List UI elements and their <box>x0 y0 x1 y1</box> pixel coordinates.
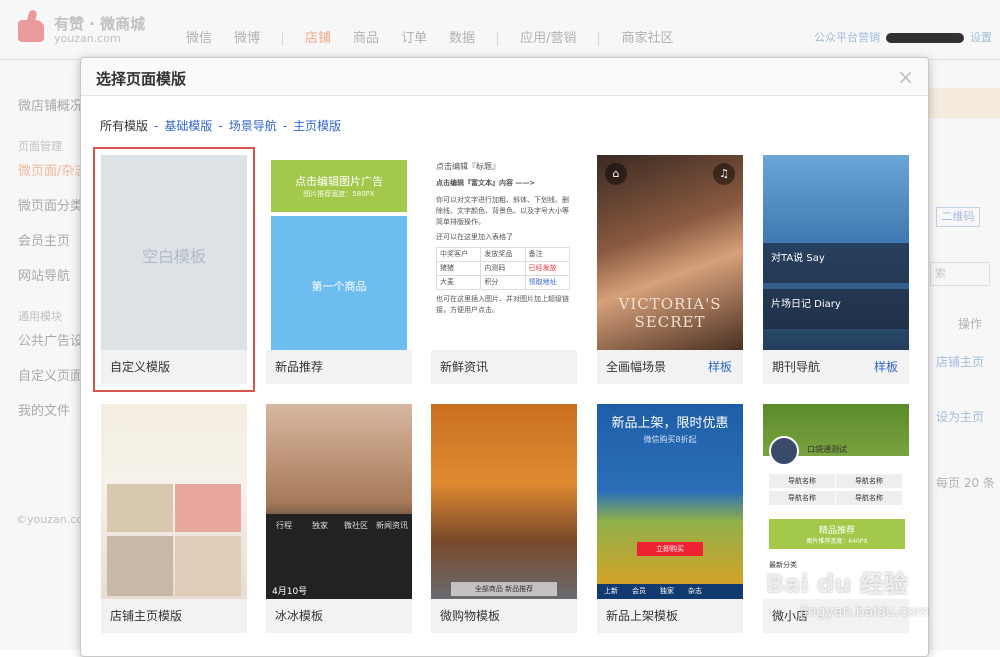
filter-scene[interactable]: 场景导航 <box>229 119 277 133</box>
filter-home[interactable]: 主页模版 <box>293 119 341 133</box>
template-name: 店铺主页模版 <box>110 609 183 623</box>
template-thumbnail: 空白模板 <box>101 155 247 350</box>
avatar <box>769 436 799 466</box>
template-name: 新品上架模板 <box>606 609 679 623</box>
news-paragraph: 你可以对文字进行加粗、斜体、下划线、删除线、文字颜色、背景色、以及字号大小等简单… <box>436 196 569 226</box>
featured-block: 精品推荐 图片推荐宽度：640PX <box>769 519 905 549</box>
template-name: 期刊导航 <box>772 360 821 374</box>
template-card-shopping[interactable]: 全部商品 新品推荐 微购物模板 <box>431 404 577 633</box>
template-card-news[interactable]: 点击编辑『标题』 点击编辑『富文本』内容 ——> 你可以对文字进行加粗、斜体、下… <box>431 155 577 384</box>
nav-cells: 导航名称 导航名称导航名称 导航名称 <box>769 474 905 508</box>
template-name: 新品推荐 <box>275 360 324 374</box>
template-thumbnail: ⌂ ♫ VICTORIA'S SECRET <box>597 155 743 350</box>
blank-template-label: 空白模板 <box>141 247 206 266</box>
template-card-new-products[interactable]: 点击编辑图片广告 图片推荐宽度：580PX 第一个商品 新品推荐 <box>266 155 412 384</box>
template-card-fullscreen[interactable]: ⌂ ♫ VICTORIA'S SECRET 全画幅场景 样板 <box>597 155 743 384</box>
filter-all[interactable]: 所有模版 <box>100 119 148 133</box>
date-label: 4月10号 <box>272 587 308 597</box>
filter-basic[interactable]: 基础模版 <box>164 119 212 133</box>
template-thumbnail: 行程 独家 微社区 新闻资讯 4月10号 <box>266 404 412 599</box>
nav-band: 对TA说 Say <box>763 243 909 283</box>
template-card-new-arrival[interactable]: 新品上架，限时优惠 微信购买8折起 立即购买 上新 会员 独家 杂志 新品上架模板 <box>597 404 743 633</box>
template-thumbnail <box>101 404 247 599</box>
template-card-custom[interactable]: 空白模板 自定义模版 <box>93 147 255 392</box>
template-thumbnail: 全部商品 新品推荐 <box>431 404 577 599</box>
shop-name: 口袋通测试 <box>807 445 847 454</box>
news-title: 点击编辑『标题』 <box>436 162 500 171</box>
template-card-magazine-nav[interactable]: 对TA说 Say 片场日记 Diary 期刊导航 样板 <box>763 155 909 384</box>
template-name: 全画幅场景 <box>606 360 667 374</box>
sample-link[interactable]: 样板 <box>874 358 898 375</box>
modal-title: 选择页面模版 <box>96 70 187 88</box>
template-filters: 所有模版 - 基础模版 - 场景导航 - 主页模版 <box>100 119 342 133</box>
template-name: 自定义模版 <box>110 360 171 374</box>
baidu-watermark-url: jingyan.baidu.com <box>800 604 930 620</box>
nav-band: 片场日记 Diary <box>763 289 909 329</box>
promo-subtitle: 微信购买8折起 <box>643 435 697 444</box>
template-name: 冰冰模板 <box>275 609 324 623</box>
template-thumbnail: 对TA说 Say 片场日记 Diary <box>763 155 909 350</box>
news-paragraph: 也可在这里插入图片、并对图片加上超级链接，方便用户点击。 <box>436 295 569 314</box>
news-table-hint: 还可以在这里加入表格了 <box>436 233 513 241</box>
product-block: 第一个商品 <box>271 216 407 350</box>
baidu-watermark: Bai du 经验 <box>766 570 908 598</box>
home-icon: ⌂ <box>605 163 627 185</box>
close-icon[interactable]: × <box>897 67 914 87</box>
template-name: 微购物模板 <box>440 609 501 623</box>
template-thumbnail: 点击编辑『标题』 点击编辑『富文本』内容 ——> 你可以对文字进行加粗、斜体、下… <box>431 155 577 350</box>
template-name: 新鲜资讯 <box>440 360 489 374</box>
music-icon: ♫ <box>713 163 735 185</box>
template-card-bingbing[interactable]: 行程 独家 微社区 新闻资讯 4月10号 冰冰模板 <box>266 404 412 633</box>
shop-tabs: 全部商品 新品推荐 <box>451 582 557 596</box>
template-thumbnail: 点击编辑图片广告 图片推荐宽度：580PX 第一个商品 <box>266 155 412 350</box>
modal-header: 选择页面模版 × <box>81 58 928 96</box>
news-table: 中奖客户 发放奖品 备注 猪猪 内测码 已经发放 大麦 积分 领取地址 <box>435 247 571 290</box>
promo-title: 新品上架，限时优惠 <box>611 416 729 431</box>
promo-nav: 上新 会员 独家 杂志 <box>597 584 743 599</box>
sample-link[interactable]: 样板 <box>708 358 732 375</box>
template-card-shop-home[interactable]: 店铺主页模版 <box>101 404 247 633</box>
brand-logo-text: VICTORIA'S SECRET <box>618 295 722 331</box>
template-thumbnail: 新品上架，限时优惠 微信购买8折起 立即购买 上新 会员 独家 杂志 <box>597 404 743 599</box>
news-richtext-hint: 点击编辑『富文本』内容 ——> <box>436 179 536 187</box>
buy-now-button: 立即购买 <box>637 542 703 556</box>
image-ad-block: 点击编辑图片广告 图片推荐宽度：580PX <box>271 160 407 212</box>
